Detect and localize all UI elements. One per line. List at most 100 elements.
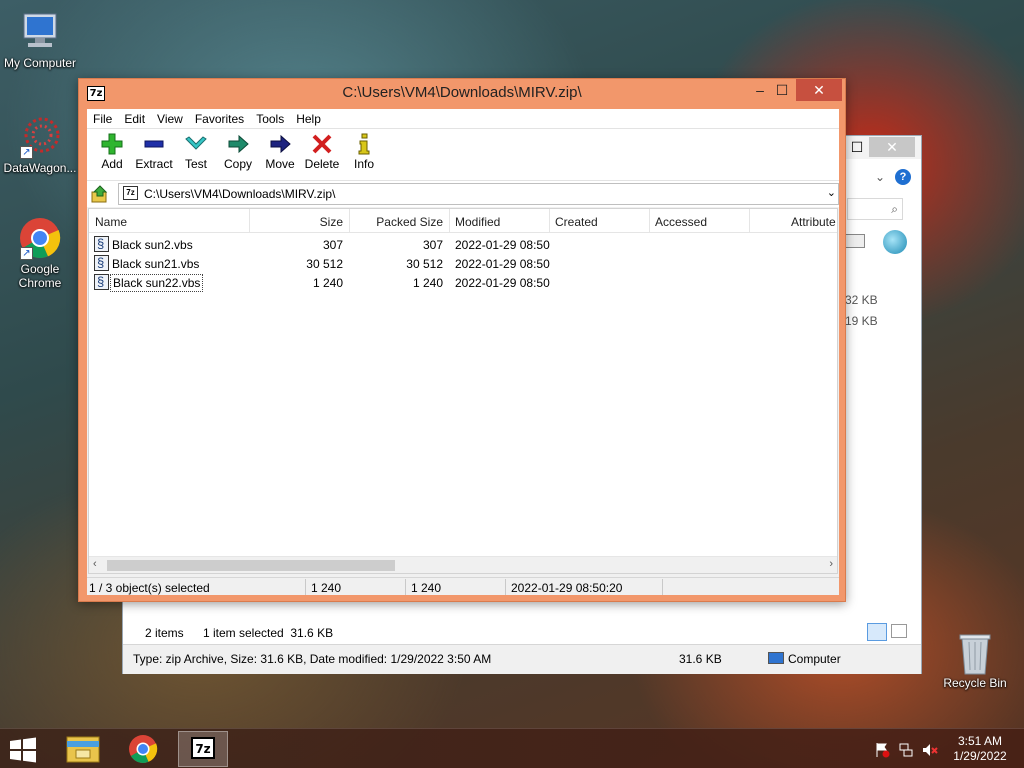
archive-icon: 7z [123, 186, 138, 200]
status-packed-size: 1 240 [411, 581, 442, 595]
copy-icon [228, 134, 249, 154]
desktop-icon-label: My Computer [3, 56, 77, 70]
move-button[interactable]: Move [259, 129, 301, 180]
info-button[interactable]: Info [343, 129, 385, 180]
desktop-icon-recycle-bin[interactable]: Recycle Bin [935, 630, 1015, 690]
chrome-icon [129, 735, 158, 763]
maximize-button[interactable]: ☐ [765, 79, 799, 101]
column-header-name[interactable]: Name [95, 215, 127, 229]
taskbar-file-explorer[interactable] [58, 731, 108, 767]
up-folder-button[interactable] [91, 185, 109, 203]
list-item[interactable]: Black sun21.vbs 30 512 30 512 2022-01-29… [89, 254, 837, 273]
test-icon [185, 136, 207, 150]
close-button[interactable]: ✕ [796, 79, 842, 101]
column-header-packed-size[interactable]: Packed Size [349, 215, 443, 229]
extract-icon [144, 140, 164, 148]
datawagon-icon: ↗ [18, 115, 62, 159]
chevron-down-icon[interactable]: ⌄ [827, 186, 836, 199]
test-button[interactable]: Test [175, 129, 217, 180]
copy-button[interactable]: Copy [217, 129, 259, 180]
file-name: Black sun22.vbs [110, 274, 204, 292]
taskbar-google-chrome[interactable] [118, 731, 168, 767]
explorer-chevron-down-icon[interactable]: ⌄ [875, 170, 885, 184]
column-header-modified[interactable]: Modified [455, 215, 500, 229]
menu-file[interactable]: File [87, 109, 118, 128]
explorer-close-button[interactable]: ✕ [869, 137, 915, 157]
desktop-icon-my-computer[interactable]: My Computer [0, 10, 80, 70]
explorer-details-text: Type: zip Archive, Size: 31.6 KB, Date m… [133, 652, 492, 666]
details-view-button[interactable] [867, 623, 887, 641]
status-selection: 1 / 3 object(s) selected [89, 581, 210, 595]
column-header-attributes[interactable]: Attribute [791, 215, 836, 229]
explorer-shell-icon[interactable] [883, 230, 907, 254]
action-center-flag-icon[interactable] [874, 742, 890, 758]
file-list[interactable]: Name Size Packed Size Modified Created A… [88, 208, 838, 574]
explorer-size-cell: 32 KB [845, 293, 878, 307]
explorer-preview-icon[interactable] [845, 234, 865, 248]
volume-muted-icon[interactable] [922, 742, 938, 758]
move-icon [270, 134, 291, 154]
add-button-label: Add [101, 157, 123, 171]
menu-favorites[interactable]: Favorites [189, 109, 250, 128]
explorer-size-cell: 19 KB [845, 314, 878, 328]
explorer-search-box[interactable]: ⌕ [847, 198, 903, 220]
explorer-details-bar: Type: zip Archive, Size: 31.6 KB, Date m… [123, 644, 921, 674]
address-bar[interactable]: 7z C:\Users\VM4\Downloads\MIRV.zip\ ⌄ [118, 183, 839, 205]
file-modified: 2022-01-29 08:50 [455, 276, 550, 290]
add-button[interactable]: Add [91, 129, 133, 180]
vbs-file-icon [94, 255, 109, 271]
scrollbar-thumb[interactable] [107, 560, 395, 571]
desktop-icon-datawagon[interactable]: ↗ DataWagon... [0, 115, 80, 175]
menu-edit[interactable]: Edit [118, 109, 151, 128]
sevenzip-window[interactable]: 7z C:\Users\VM4\Downloads\MIRV.zip\ – ☐ … [78, 78, 846, 602]
desktop-icon-google-chrome[interactable]: ↗ Google Chrome [0, 216, 80, 290]
file-size: 30 512 [306, 257, 343, 271]
computer-icon [768, 652, 784, 664]
my-computer-icon [18, 10, 62, 54]
vbs-file-icon [94, 274, 109, 290]
explorer-maximize-button[interactable]: ☐ [847, 137, 867, 157]
column-header-created[interactable]: Created [555, 215, 598, 229]
list-item-selected[interactable]: Black sun22.vbs 1 240 1 240 2022-01-29 0… [89, 273, 837, 292]
start-button[interactable] [8, 737, 38, 763]
extract-button[interactable]: Extract [133, 129, 175, 180]
explorer-details-size: 31.6 KB [679, 652, 722, 666]
file-packed-size: 1 240 [412, 276, 443, 290]
desktop-icon-label: Google Chrome [18, 262, 62, 290]
status-size: 1 240 [311, 581, 342, 595]
file-explorer-icon [66, 736, 100, 763]
chrome-icon: ↗ [18, 216, 62, 260]
clock-time: 3:51 AM [957, 734, 1003, 748]
toolbar: Add Extract Test Copy Move Delete Info [87, 129, 839, 181]
scroll-right-icon[interactable]: › [829, 558, 833, 570]
info-button-label: Info [353, 157, 374, 171]
file-name: Black sun2.vbs [112, 238, 193, 252]
explorer-help-icon[interactable]: ? [895, 169, 911, 185]
network-icon[interactable] [898, 742, 914, 758]
file-modified: 2022-01-29 08:50 [455, 257, 550, 271]
list-item[interactable]: Black sun2.vbs 307 307 2022-01-29 08:50 [89, 235, 837, 254]
sevenzip-client-area: File Edit View Favorites Tools Help Add … [87, 109, 839, 595]
status-modified: 2022-01-29 08:50:20 [511, 581, 623, 595]
file-size: 1 240 [312, 276, 343, 290]
copy-button-label: Copy [223, 157, 252, 171]
taskbar-7zip[interactable]: 7z [178, 731, 228, 767]
taskbar-clock[interactable]: 3:51 AM 1/29/2022 [940, 734, 1020, 764]
column-header-size[interactable]: Size [249, 215, 343, 229]
menu-help[interactable]: Help [290, 109, 327, 128]
delete-button[interactable]: Delete [301, 129, 343, 180]
column-header-accessed[interactable]: Accessed [655, 215, 707, 229]
explorer-status-bar: 2 items 1 item selected 31.6 KB [123, 620, 921, 644]
add-icon [101, 133, 123, 155]
taskbar: 7z 3:51 AM 1/29/2022 [0, 728, 1024, 768]
info-icon [358, 133, 370, 155]
menu-view[interactable]: View [151, 109, 189, 128]
windows-logo-icon [10, 737, 36, 763]
delete-button-label: Delete [304, 157, 340, 171]
horizontal-scrollbar[interactable]: ‹ › [89, 556, 837, 573]
file-name: Black sun21.vbs [112, 257, 200, 271]
large-icons-view-button[interactable] [891, 624, 907, 638]
scroll-left-icon[interactable]: ‹ [93, 558, 97, 570]
move-button-label: Move [265, 157, 295, 171]
menu-tools[interactable]: Tools [250, 109, 290, 128]
